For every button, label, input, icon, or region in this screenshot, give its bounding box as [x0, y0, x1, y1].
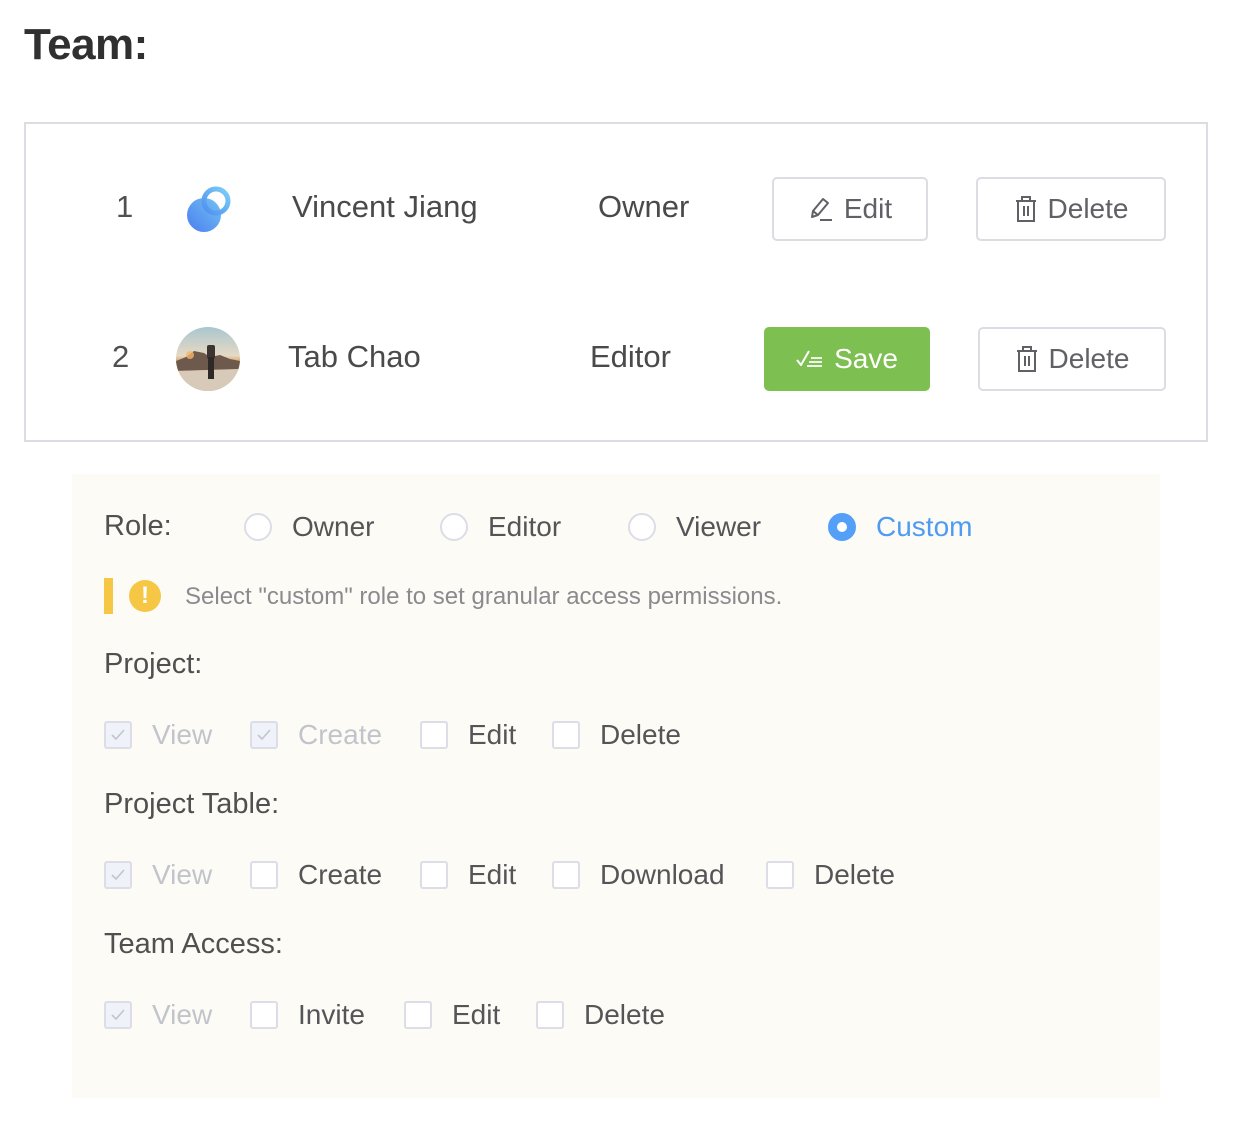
checkbox-group-project: View Create Edit Delete [104, 719, 1104, 750]
logo-circles-icon [187, 186, 231, 232]
checkbox-label: Create [298, 719, 383, 750]
radio-circle[interactable] [628, 513, 656, 541]
checkbox-label: Edit [468, 719, 517, 750]
checkbox-team-access-invite[interactable]: Invite [250, 999, 365, 1030]
page-title: Team: [24, 20, 148, 69]
checkbox-label: Edit [452, 999, 501, 1030]
checkbox-label: Invite [298, 999, 365, 1030]
check-icon [111, 729, 125, 741]
checkbox[interactable] [250, 721, 278, 749]
checkbox-team-access-delete[interactable]: Delete [536, 999, 665, 1030]
checkbox[interactable] [552, 721, 580, 749]
checkbox[interactable] [536, 1001, 564, 1029]
save-button[interactable]: Save [764, 327, 930, 391]
radio-label: Owner [292, 511, 375, 542]
checkbox-group-project-table: View Create Edit Download Delete [104, 859, 1104, 890]
save-button-label: Save [834, 343, 898, 374]
checkbox-label: View [152, 999, 213, 1030]
radio-label: Viewer [676, 511, 762, 542]
member-row: 2 Tab Chao Editor Save Delete [26, 327, 1206, 391]
checkbox-team-access-edit[interactable]: Edit [404, 999, 501, 1030]
checkbox-team-access-view[interactable]: View [104, 999, 213, 1030]
radio-circle[interactable] [440, 513, 468, 541]
member-name: Vincent Jiang [292, 189, 478, 224]
checkbox[interactable] [104, 861, 132, 889]
checkbox[interactable] [404, 1001, 432, 1029]
radio-custom[interactable]: Custom [828, 510, 972, 544]
delete-button[interactable]: Delete [978, 327, 1166, 391]
avatar [176, 327, 240, 391]
pencil-icon [810, 198, 832, 221]
section-title-project-table: Project Table: [104, 788, 280, 820]
team-member-list: 1 Vincent Jiang Owner Edit Delete 2 Tab … [24, 122, 1208, 442]
checkbox[interactable] [250, 861, 278, 889]
checkbox-project-table-delete[interactable]: Delete [766, 859, 895, 890]
checkbox-group-team-access: View Invite Edit Delete [104, 999, 1104, 1030]
checkbox-label: Download [600, 859, 725, 890]
checkbox-project-table-create[interactable]: Create [250, 859, 383, 890]
checkbox-project-table-view[interactable]: View [104, 859, 213, 890]
edit-button[interactable]: Edit [772, 177, 928, 241]
check-icon [111, 1009, 125, 1021]
member-role: Owner [598, 189, 690, 224]
checkbox[interactable] [104, 1001, 132, 1029]
radio-owner[interactable]: Owner [244, 510, 374, 544]
role-label: Role: [104, 510, 172, 542]
checkbox[interactable] [766, 861, 794, 889]
member-name: Tab Chao [288, 339, 421, 374]
checkbox-label: Delete [584, 999, 665, 1030]
section-title-team-access: Team Access: [104, 928, 283, 960]
checkbox-label: Delete [600, 719, 681, 750]
radio-label: Editor [488, 511, 562, 542]
checkbox-label: View [152, 719, 213, 750]
checkbox-project-table-edit[interactable]: Edit [420, 859, 517, 890]
checkbox[interactable] [420, 721, 448, 749]
member-role: Editor [590, 339, 671, 374]
section-title-project: Project: [104, 648, 203, 680]
radio-viewer[interactable]: Viewer [628, 510, 761, 544]
notice-accent-bar [104, 578, 113, 614]
radio-circle[interactable] [244, 513, 272, 541]
photo-hiker-icon [176, 327, 240, 391]
checkbox[interactable] [104, 721, 132, 749]
member-index: 1 [116, 189, 134, 224]
checkbox-project-table-download[interactable]: Download [552, 859, 725, 890]
radio-label: Custom [876, 511, 973, 542]
edit-button-label: Edit [843, 193, 893, 224]
delete-button-label: Delete [1047, 193, 1129, 224]
checkbox[interactable] [420, 861, 448, 889]
custom-role-notice: ! Select "custom" role to set granular a… [104, 578, 1004, 614]
checkbox-label: View [152, 859, 213, 890]
notice-text: Select "custom" role to set granular acc… [185, 583, 783, 610]
checkbox-label: Edit [468, 859, 517, 890]
check-icon [257, 729, 271, 741]
checkbox-project-edit[interactable]: Edit [420, 719, 517, 750]
exclamation-icon: ! [129, 580, 161, 612]
trash-icon [1015, 196, 1036, 222]
checkbox-label: Create [298, 859, 383, 890]
checkbox-project-create[interactable]: Create [250, 719, 383, 750]
delete-button-label: Delete [1048, 343, 1130, 374]
role-selector: Role: Owner Editor Viewer Custom [104, 510, 1104, 544]
member-row: 1 Vincent Jiang Owner Edit Delete [26, 177, 1206, 241]
radio-editor[interactable]: Editor [440, 510, 561, 544]
avatar [176, 177, 240, 241]
member-index: 2 [112, 339, 130, 374]
check-icon [111, 869, 125, 881]
permissions-panel: Role: Owner Editor Viewer Custom ! Selec… [72, 474, 1160, 1098]
radio-circle-selected[interactable] [828, 513, 856, 541]
checklist-icon [796, 350, 823, 367]
checkbox[interactable] [250, 1001, 278, 1029]
delete-button[interactable]: Delete [976, 177, 1166, 241]
checkbox-label: Delete [814, 859, 895, 890]
checkbox-project-delete[interactable]: Delete [552, 719, 681, 750]
checkbox-project-view[interactable]: View [104, 719, 213, 750]
checkbox[interactable] [552, 861, 580, 889]
trash-icon [1016, 346, 1037, 372]
